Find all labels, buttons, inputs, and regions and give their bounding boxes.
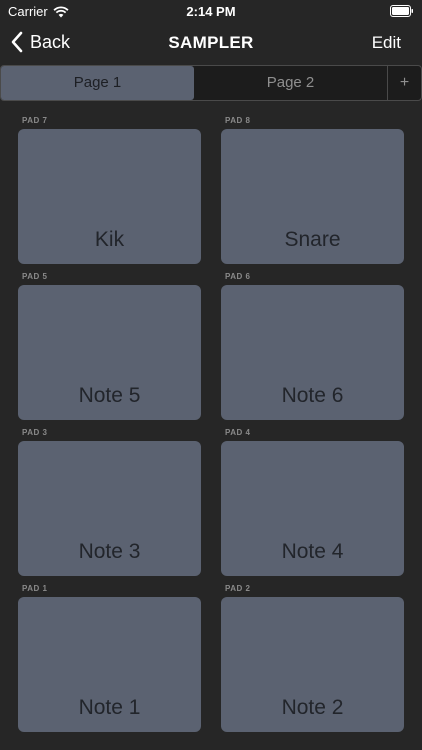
pad-cell-6: PAD 6 Note 6 (221, 272, 404, 428)
pad-grid: PAD 7 Kik PAD 8 Snare PAD 5 Note 5 PAD 6… (18, 116, 404, 740)
page-title: SAMPLER (168, 33, 254, 52)
pad-cell-1: PAD 1 Note 1 (18, 584, 201, 740)
pad-cell-2: PAD 2 Note 2 (221, 584, 404, 740)
pad-label: Snare (284, 228, 341, 251)
pad-label: Note 5 (78, 384, 141, 407)
pad-caption: PAD 5 (22, 272, 48, 281)
pad-3[interactable]: Note 3 (18, 441, 201, 576)
pad-cell-7: PAD 7 Kik (18, 116, 201, 272)
pad-caption: PAD 6 (225, 272, 251, 281)
pad-row: PAD 1 Note 1 PAD 2 Note 2 (18, 584, 404, 740)
pad-row: PAD 7 Kik PAD 8 Snare (18, 116, 404, 272)
status-bar: Carrier 2:14 PM (0, 0, 422, 22)
page-selector: Page 1 Page 2 + (0, 65, 422, 101)
pad-4[interactable]: Note 4 (221, 441, 404, 576)
pad-7[interactable]: Kik (18, 129, 201, 264)
pad-row: PAD 3 Note 3 PAD 4 Note 4 (18, 428, 404, 584)
pad-label: Note 1 (78, 696, 141, 719)
pad-label: Note 6 (281, 384, 344, 407)
pad-label: Note 3 (78, 540, 141, 563)
nav-bar: Back SAMPLER Edit (0, 22, 422, 64)
pad-6[interactable]: Note 6 (221, 285, 404, 420)
pad-row: PAD 5 Note 5 PAD 6 Note 6 (18, 272, 404, 428)
pad-1[interactable]: Note 1 (18, 597, 201, 732)
add-page-button[interactable]: + (387, 66, 421, 100)
pad-cell-8: PAD 8 Snare (221, 116, 404, 272)
tab-page-2[interactable]: Page 2 (194, 66, 387, 100)
pad-caption: PAD 3 (22, 428, 48, 437)
pad-8[interactable]: Snare (221, 129, 404, 264)
edit-button[interactable]: Edit (372, 33, 401, 53)
pad-cell-4: PAD 4 Note 4 (221, 428, 404, 584)
pad-cell-5: PAD 5 Note 5 (18, 272, 201, 428)
pad-caption: PAD 4 (225, 428, 251, 437)
battery-icon (390, 5, 413, 17)
pad-caption: PAD 7 (22, 116, 48, 125)
tab-page-1[interactable]: Page 1 (1, 66, 194, 100)
pad-caption: PAD 8 (225, 116, 251, 125)
pad-label: Note 4 (281, 540, 344, 563)
pad-caption: PAD 2 (225, 584, 251, 593)
pad-cell-3: PAD 3 Note 3 (18, 428, 201, 584)
pad-5[interactable]: Note 5 (18, 285, 201, 420)
pad-label: Note 2 (281, 696, 344, 719)
pad-label: Kik (94, 228, 125, 251)
pad-2[interactable]: Note 2 (221, 597, 404, 732)
pad-caption: PAD 1 (22, 584, 48, 593)
clock: 2:14 PM (186, 4, 236, 19)
